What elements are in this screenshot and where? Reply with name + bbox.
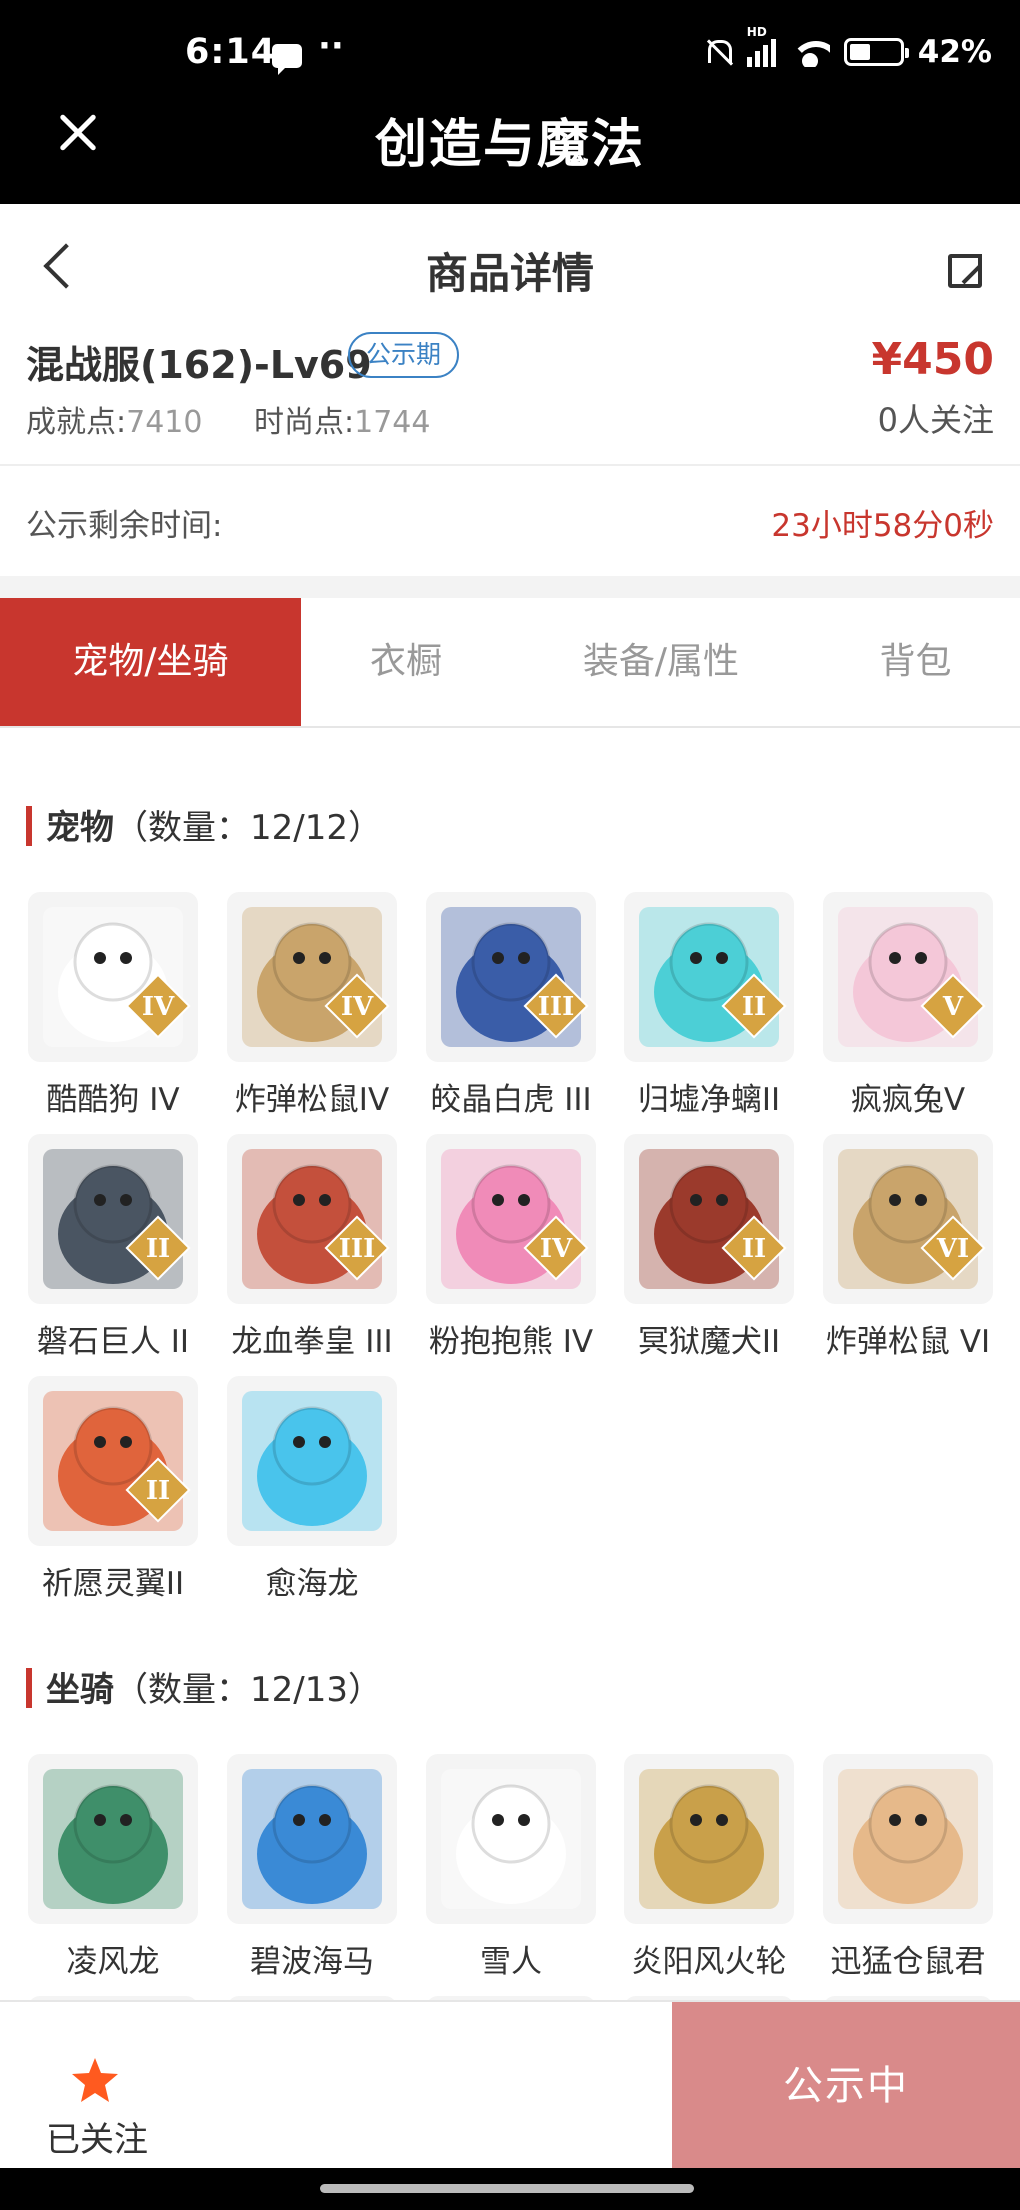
pet-name: 皎晶白虎 III — [430, 1082, 592, 1118]
mount-name: 迅猛仓鼠君 — [830, 1944, 986, 1980]
home-indicator[interactable] — [320, 2184, 694, 2193]
pet-name: 炸弹松鼠 VI — [825, 1324, 991, 1360]
system-nav-bar — [0, 2168, 1020, 2210]
countdown-value: 23小时58分0秒 — [771, 508, 994, 544]
pet-portrait — [838, 1149, 986, 1289]
countdown-label: 公示剩余时间: — [26, 508, 223, 544]
pet-portrait — [242, 1391, 382, 1531]
pet-name: 愈海龙 — [265, 1566, 359, 1602]
pets-section-header: 宠物（数量：12/12） — [26, 800, 382, 848]
pet-name: 龙血拳皇 III — [231, 1324, 393, 1360]
pet-name: 粉抱抱熊 IV — [428, 1324, 594, 1360]
mount-portrait — [838, 1769, 978, 1909]
pet-portrait — [43, 1149, 191, 1289]
wifi-icon — [789, 37, 830, 67]
fashion-points: 时尚点:1744 — [254, 405, 431, 440]
item-name: 混战服(162)-Lv69 — [26, 343, 372, 387]
follow-label[interactable]: 已关注 — [46, 2112, 148, 2161]
tab-pets-mounts[interactable]: 宠物/坐骑 — [0, 598, 301, 726]
follower-count: 0人关注 — [877, 401, 994, 439]
pet-name: 归墟净螭II — [637, 1082, 781, 1118]
mount-name: 炎阳风火轮 — [631, 1944, 787, 1980]
pet-card[interactable]: II — [624, 1134, 794, 1304]
pet-portrait — [242, 1149, 390, 1289]
pet-portrait — [441, 1149, 589, 1289]
rank-label: IV — [141, 992, 175, 1022]
message-icon — [272, 44, 302, 75]
mount-card[interactable] — [624, 1754, 794, 1924]
mount-portrait — [441, 1769, 581, 1909]
app-title-bar: 创造与魔法 — [0, 80, 1020, 204]
section-divider — [0, 576, 1020, 598]
pet-portrait — [639, 1149, 787, 1289]
pet-portrait — [43, 907, 191, 1047]
rank-label: IV — [539, 1234, 573, 1264]
mount-name: 凌风龙 — [66, 1944, 160, 1980]
pet-card[interactable]: II — [28, 1134, 198, 1304]
pet-name: 冥狱魔犬II — [637, 1324, 781, 1360]
mount-card[interactable] — [28, 1754, 198, 1924]
page-nav-bar: 商品详情 — [0, 204, 1020, 332]
rank-label: II — [741, 992, 767, 1022]
mount-portrait — [639, 1769, 779, 1909]
status-dots: ·· — [318, 26, 344, 66]
mount-name: 雪人 — [480, 1944, 542, 1980]
rank-label: V — [942, 992, 964, 1022]
tab-equipment[interactable]: 装备/属性 — [511, 598, 811, 726]
battery-icon — [843, 38, 909, 66]
rank-label: IV — [340, 992, 374, 1022]
star-icon[interactable] — [70, 2056, 120, 2104]
status-button[interactable]: 公示中 — [672, 2002, 1020, 2170]
tab-bar: 宠物/坐骑 衣橱 装备/属性 背包 — [0, 598, 1020, 728]
status-badge: 公示期 — [348, 332, 460, 378]
status-bar: 6:14 ·· HD 42% — [0, 0, 1020, 80]
pet-card[interactable]: IV — [227, 892, 397, 1062]
pet-card[interactable]: III — [426, 892, 596, 1062]
rank-label: II — [145, 1234, 171, 1264]
rank-label: VI — [936, 1234, 970, 1264]
mounts-section-header: 坐骑（数量：12/13） — [26, 1662, 382, 1710]
mount-card[interactable] — [426, 1754, 596, 1924]
mount-name: 碧波海马 — [250, 1944, 374, 1980]
pet-card[interactable]: IV — [426, 1134, 596, 1304]
pet-card[interactable]: VI — [823, 1134, 993, 1304]
pet-card[interactable]: IV — [28, 892, 198, 1062]
pet-name: 炸弹松鼠IV — [234, 1082, 390, 1118]
rank-label: III — [537, 992, 575, 1022]
rank-label: II — [741, 1234, 767, 1264]
rank-label: III — [338, 1234, 376, 1264]
page-title: 商品详情 — [425, 249, 594, 298]
achievement-points: 成就点:7410 — [26, 405, 203, 440]
battery-percent: 42% — [917, 34, 992, 70]
pet-card[interactable]: II — [28, 1376, 198, 1546]
pet-portrait — [639, 907, 787, 1047]
rank-label: II — [145, 1476, 171, 1506]
pet-portrait — [441, 907, 589, 1047]
mount-card[interactable] — [823, 1754, 993, 1924]
mute-bell-icon — [703, 37, 733, 67]
mount-portrait — [43, 1769, 183, 1909]
divider — [0, 464, 1020, 466]
pet-card[interactable]: II — [624, 892, 794, 1062]
signal-icon: HD — [746, 25, 776, 67]
tab-backpack[interactable]: 背包 — [811, 598, 1020, 726]
pet-name: 磐石巨人 II — [36, 1324, 190, 1360]
pet-name: 酷酷狗 IV — [46, 1082, 180, 1118]
pet-portrait — [242, 907, 390, 1047]
pet-card[interactable]: III — [227, 1134, 397, 1304]
status-time: 6:14 — [185, 32, 277, 72]
pet-name: 疯疯兔V — [850, 1082, 966, 1118]
share-icon[interactable] — [948, 252, 984, 288]
pet-portrait — [43, 1391, 191, 1531]
pet-card[interactable]: V — [823, 892, 993, 1062]
mount-portrait — [242, 1769, 382, 1909]
bottom-action-bar: 已关注 公示中 — [0, 2000, 1020, 2170]
pet-name: 祈愿灵翼II — [41, 1566, 185, 1602]
tab-wardrobe[interactable]: 衣橱 — [301, 598, 511, 726]
pet-card[interactable] — [227, 1376, 397, 1546]
pet-portrait — [838, 907, 986, 1047]
mount-card[interactable] — [227, 1754, 397, 1924]
app-title: 创造与魔法 — [374, 115, 645, 175]
item-price: ¥450 — [871, 334, 994, 385]
